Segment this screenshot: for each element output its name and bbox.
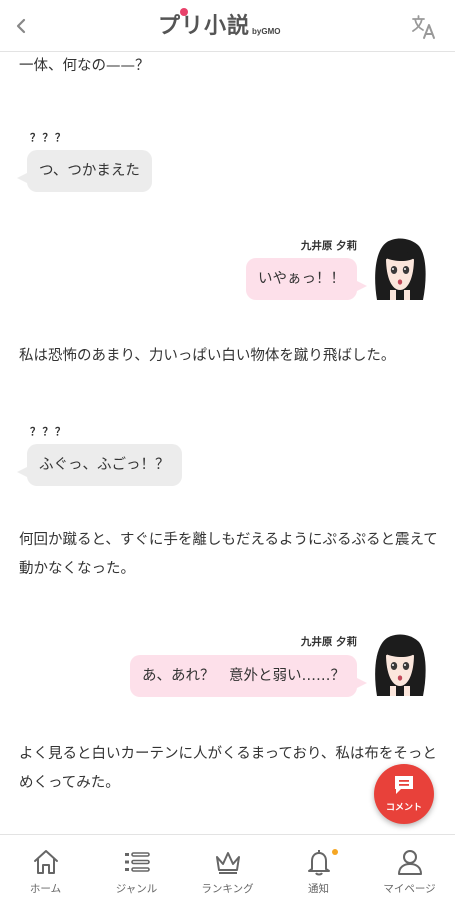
narration-text: 私は恐怖のあまり、力いっぱい白い物体を蹴り飛ばした。 (19, 348, 396, 364)
comment-icon (395, 776, 413, 794)
nav-mypage[interactable]: マイページ (364, 835, 455, 900)
translate-button[interactable] (411, 14, 437, 40)
nav-genre[interactable]: ジャンル (91, 835, 182, 900)
speaker-name: ？？？ (30, 426, 68, 438)
girl-avatar-icon (375, 238, 426, 300)
nav-notify-label: 通知 (308, 883, 329, 895)
speaker-name: 九井原 夕莉 (300, 636, 357, 648)
logo-sub-text: byGMO (252, 27, 281, 36)
speech-bubble: あ、あれ？ 意外と弱い……？ (130, 655, 367, 697)
translate-icon (412, 15, 435, 39)
speaker-name: ？？？ (30, 132, 68, 144)
bell-icon (307, 850, 330, 876)
nav-genre-label: ジャンル (115, 883, 158, 895)
app-header: プリ小説 byGMO (0, 0, 455, 52)
logo-dot (180, 8, 188, 16)
character-avatar (371, 632, 429, 698)
speaker-name: 九井原 夕莉 (300, 240, 357, 252)
bottom-nav: ホーム ジャンル ランキング 通知 マイページ (0, 834, 455, 900)
nav-ranking-label: ランキング (201, 883, 254, 895)
nav-notify[interactable]: 通知 (273, 835, 364, 900)
story-content: 一体、何なの——？ ？？？ つ、つかまえた 九井原 夕莉 いやぁっ！！ 私は恐怖… (0, 52, 455, 834)
speech-bubble: ふぐっ、ふごっ！？ (17, 444, 182, 486)
logo-text: プリ小説 (158, 14, 251, 39)
girl-avatar-icon (375, 634, 426, 696)
character-avatar (371, 236, 429, 302)
nav-mypage-label: マイページ (383, 883, 436, 895)
comment-label: コメント (385, 803, 422, 813)
nav-home-label: ホーム (29, 883, 62, 895)
home-icon (33, 850, 58, 874)
speech-bubble: いやぁっ！！ (246, 258, 367, 300)
narration-text: 何回か蹴ると、すぐに手を離しもだえるようにぷるぷると震えて動かなくなった。 (19, 532, 438, 577)
crown-icon (215, 852, 240, 874)
narration-text: 一体、何なの——？ (19, 58, 150, 74)
comment-button[interactable]: コメント (374, 764, 434, 824)
notification-badge (331, 849, 338, 855)
nav-home[interactable]: ホーム (0, 835, 91, 900)
chevron-left-icon (16, 18, 26, 34)
back-button[interactable] (8, 12, 34, 40)
list-icon (124, 852, 150, 872)
speech-bubble: つ、つかまえた (17, 150, 152, 192)
user-icon (397, 850, 422, 875)
app-logo[interactable]: プリ小説 byGMO (158, 8, 281, 42)
nav-ranking[interactable]: ランキング (182, 835, 273, 900)
